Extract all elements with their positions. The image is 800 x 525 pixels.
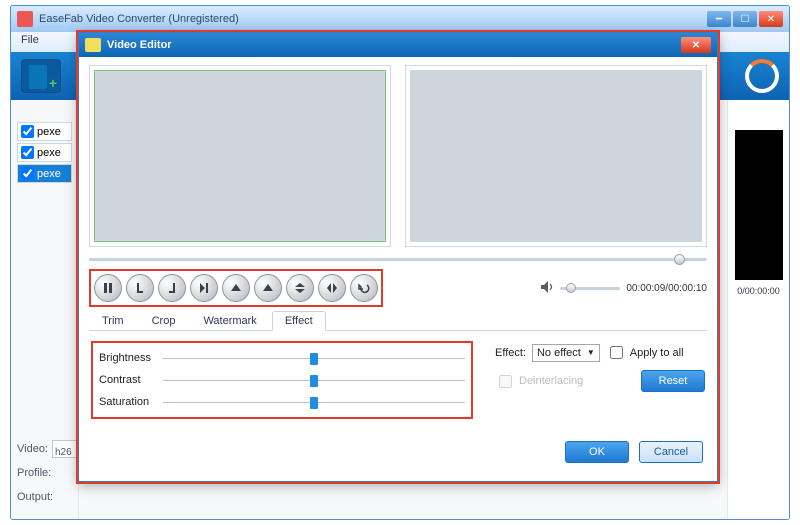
- video-label: Video:: [17, 437, 48, 461]
- file-name: pexe: [37, 168, 61, 180]
- menu-file[interactable]: File: [21, 34, 39, 46]
- list-item[interactable]: pexe: [17, 122, 72, 141]
- flip-horizontal-button[interactable]: [318, 274, 346, 302]
- tab-trim[interactable]: Trim: [89, 311, 137, 330]
- list-item[interactable]: pexe: [17, 164, 72, 183]
- undo-button[interactable]: [350, 274, 378, 302]
- speaker-icon[interactable]: [540, 280, 554, 297]
- profile-label: Profile:: [17, 461, 51, 485]
- help-icon[interactable]: [745, 59, 779, 93]
- main-title: EaseFab Video Converter (Unregistered): [39, 13, 239, 25]
- tab-crop[interactable]: Crop: [139, 311, 189, 330]
- set-end-button[interactable]: [158, 274, 186, 302]
- effect-select[interactable]: No effect ▼: [532, 344, 600, 362]
- output-label: Output:: [17, 485, 53, 509]
- dialog-body: 00:00:09/00:00:10 Trim Crop Watermark Ef…: [79, 57, 717, 435]
- tab-effect[interactable]: Effect: [272, 311, 326, 331]
- right-preview-panel: 0/00:00:00: [727, 100, 789, 520]
- ok-button[interactable]: OK: [565, 441, 629, 463]
- main-titlebar[interactable]: EaseFab Video Converter (Unregistered) ━…: [11, 6, 789, 32]
- editor-tabs: Trim Crop Watermark Effect: [89, 311, 707, 331]
- reset-button[interactable]: Reset: [641, 370, 705, 392]
- dialog-close-button[interactable]: ✕: [681, 37, 711, 53]
- effect-sliders: Brightness Contrast Saturation: [91, 341, 473, 419]
- scrub-thumb[interactable]: [674, 254, 685, 265]
- volume-slider[interactable]: [560, 287, 620, 290]
- contrast-slider[interactable]: [163, 380, 465, 381]
- window-buttons: ━ ☐ ✕: [707, 11, 783, 27]
- effect-options: Effect: No effect ▼ Apply to all Deinterl…: [495, 341, 705, 419]
- output-preview: [405, 65, 707, 247]
- chevron-down-icon: ▼: [587, 348, 595, 357]
- deinterlacing-checkbox: Deinterlacing: [495, 372, 583, 391]
- pause-button[interactable]: [94, 274, 122, 302]
- preview-row: [89, 65, 707, 247]
- effect-panel: Brightness Contrast Saturation Effect: N…: [89, 331, 707, 427]
- dialog-titlebar[interactable]: Video Editor ✕: [79, 33, 717, 57]
- saturation-label: Saturation: [99, 396, 157, 408]
- controls-row: 00:00:09/00:00:10: [89, 269, 707, 307]
- minimize-button[interactable]: ━: [707, 11, 731, 27]
- file-checkbox[interactable]: [21, 167, 34, 180]
- saturation-slider[interactable]: [163, 402, 465, 403]
- dialog-title: Video Editor: [107, 39, 172, 51]
- right-preview: [735, 130, 783, 280]
- dialog-footer: OK Cancel: [79, 435, 717, 469]
- maximize-button[interactable]: ☐: [733, 11, 757, 27]
- contrast-label: Contrast: [99, 374, 157, 386]
- video-editor-dialog: Video Editor ✕: [78, 32, 718, 482]
- effect-select-value: No effect: [537, 347, 581, 359]
- source-preview: [89, 65, 391, 247]
- scrub-bar[interactable]: [89, 253, 707, 265]
- brightness-slider[interactable]: [163, 358, 465, 359]
- right-preview-time: 0/00:00:00: [737, 286, 780, 296]
- file-name: pexe: [37, 147, 61, 159]
- playback-controls: [89, 269, 383, 307]
- file-checkbox[interactable]: [21, 146, 34, 159]
- volume-thumb[interactable]: [566, 283, 576, 293]
- next-frame-button[interactable]: [190, 274, 218, 302]
- video-codec-field[interactable]: h26: [52, 440, 80, 458]
- output-settings: Video:h26 Profile: Output:: [17, 437, 87, 509]
- apply-all-checkbox[interactable]: Apply to all: [606, 343, 684, 362]
- file-name: pexe: [37, 126, 61, 138]
- flip-vertical-button[interactable]: [286, 274, 314, 302]
- rotate-right-button[interactable]: [254, 274, 282, 302]
- app-logo-icon: [17, 11, 33, 27]
- brightness-label: Brightness: [99, 352, 157, 364]
- close-button[interactable]: ✕: [759, 11, 783, 27]
- rotate-left-button[interactable]: [222, 274, 250, 302]
- playback-time: 00:00:09/00:00:10: [626, 283, 707, 294]
- clapper-icon: [85, 38, 101, 52]
- tab-watermark[interactable]: Watermark: [190, 311, 269, 330]
- set-start-button[interactable]: [126, 274, 154, 302]
- add-video-button[interactable]: [21, 59, 61, 93]
- effect-select-label: Effect:: [495, 347, 526, 359]
- volume-group: 00:00:09/00:00:10: [540, 280, 707, 297]
- list-item[interactable]: pexe: [17, 143, 72, 162]
- file-checkbox[interactable]: [21, 125, 34, 138]
- cancel-button[interactable]: Cancel: [639, 441, 703, 463]
